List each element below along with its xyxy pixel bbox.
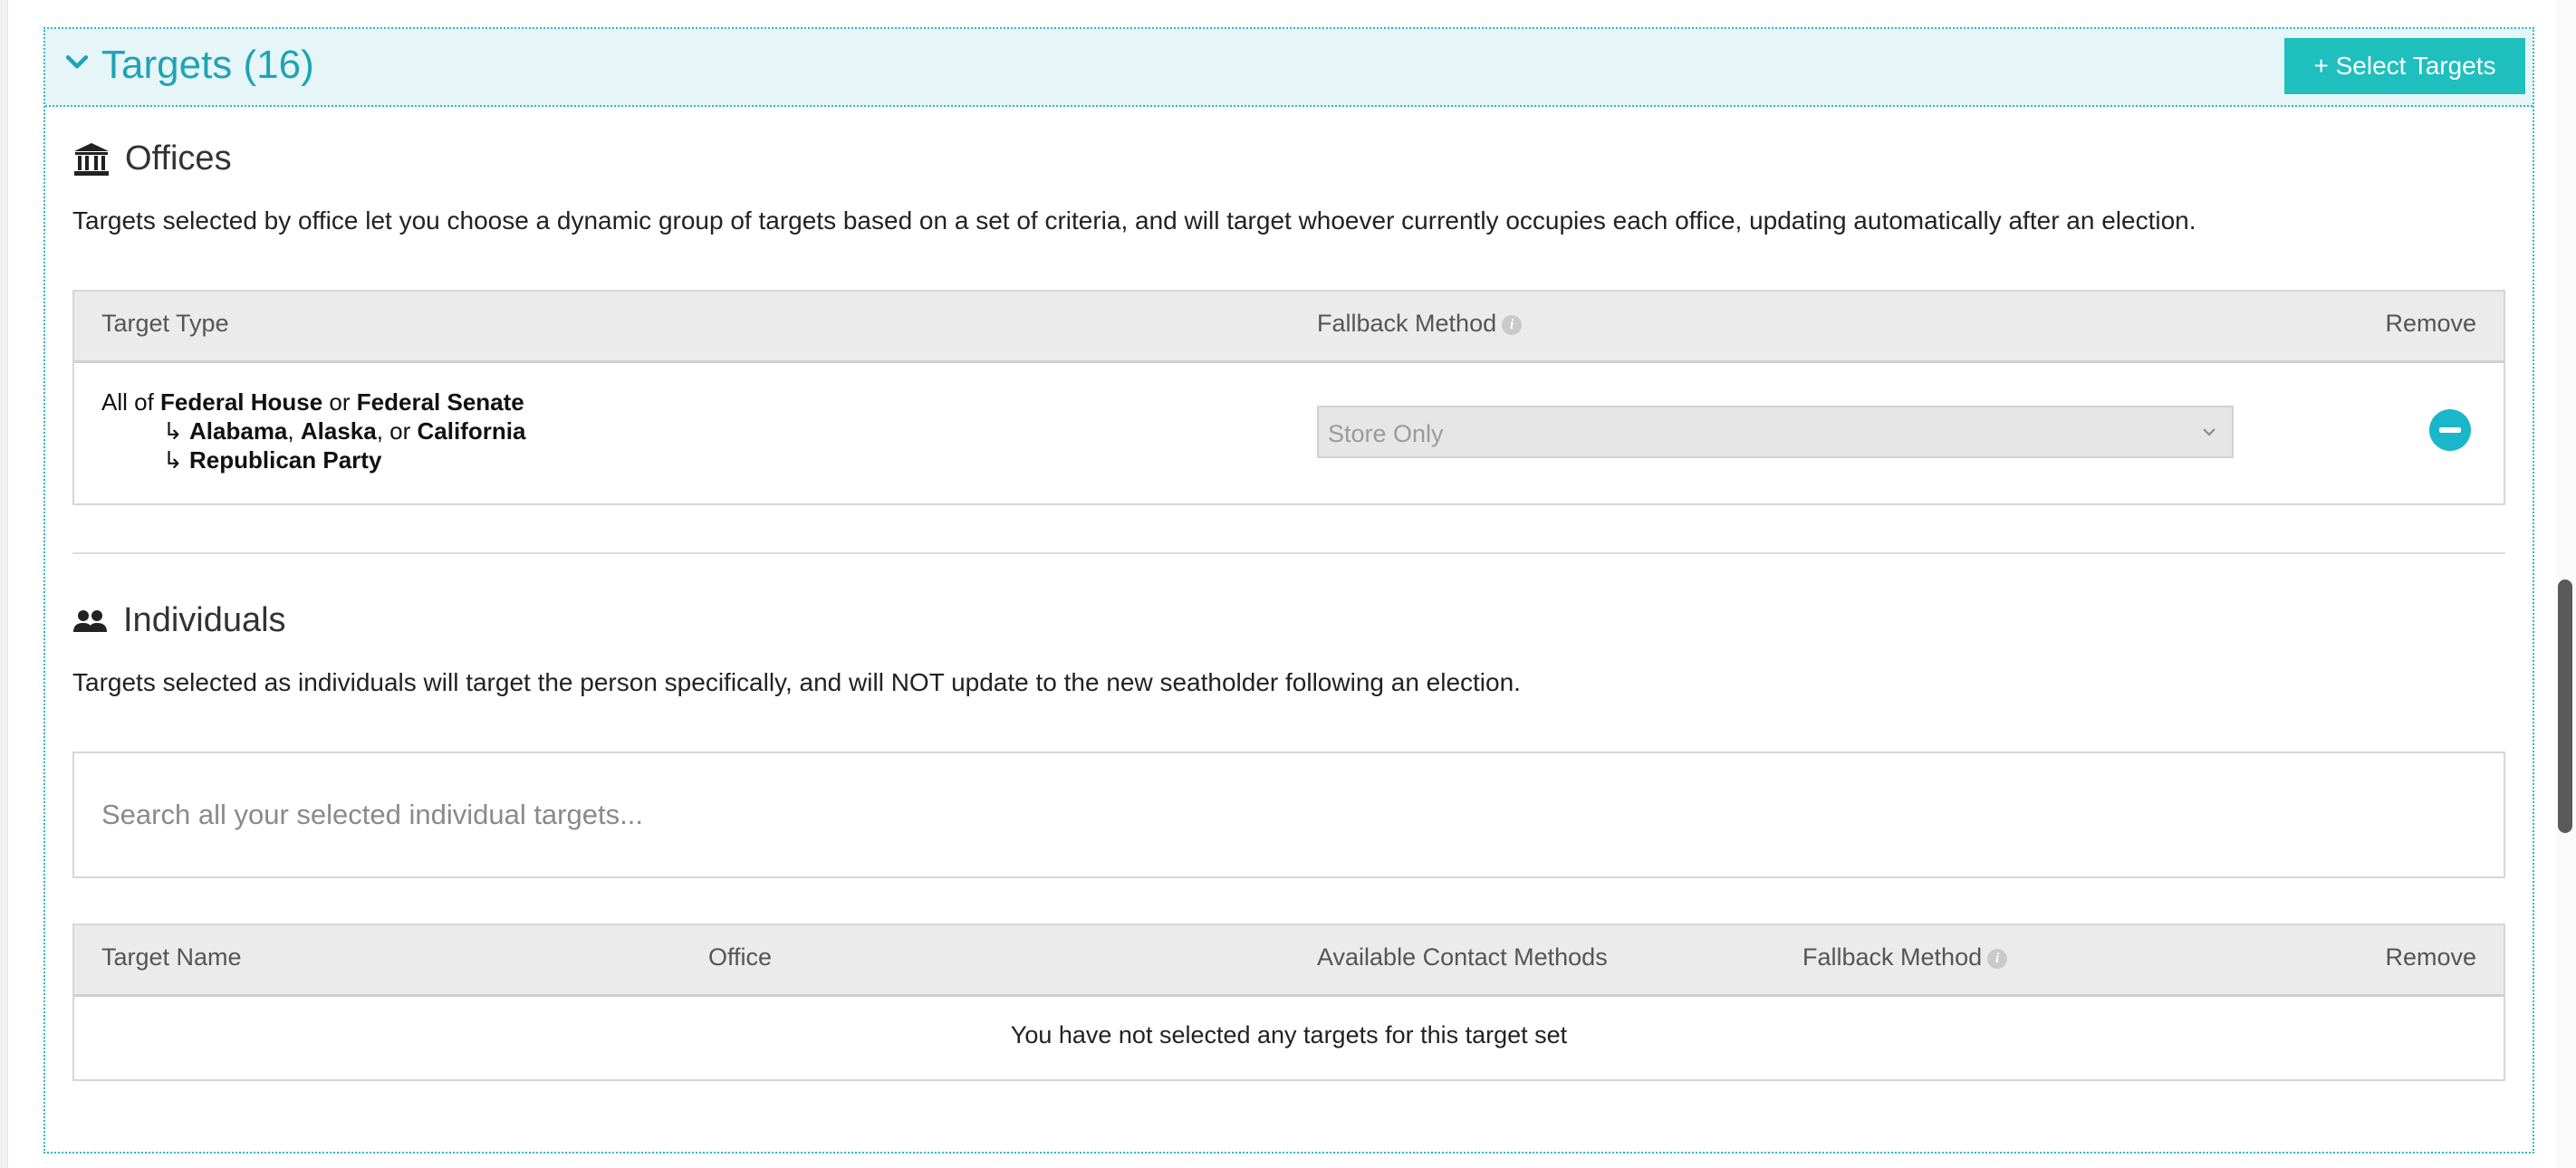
scrollbar[interactable] xyxy=(2556,0,2576,1168)
institution-icon xyxy=(74,143,109,176)
col-fallback-method-label: Fallback Method xyxy=(1317,310,1497,337)
office-rule: All of Federal House or Federal Senate ↳… xyxy=(101,388,525,474)
chevron-down-icon xyxy=(2203,428,2216,436)
individuals-table-header: Target Name Office Available Contact Met… xyxy=(74,925,2504,997)
col-fallback-method: Fallback Method i xyxy=(1802,943,2008,972)
office-rule-line-2: ↳ Alabama, Alaska, or California xyxy=(163,417,526,445)
targets-panel: Targets (16) + Select Targets Offices Ta… xyxy=(43,27,2534,1154)
individuals-description: Targets selected as individuals will tar… xyxy=(72,668,1521,696)
section-divider xyxy=(72,552,2505,554)
col-remove: Remove xyxy=(2385,310,2476,337)
office-federal-senate: Federal Senate xyxy=(356,388,524,416)
select-targets-button[interactable]: + Select Targets xyxy=(2284,38,2525,94)
fallback-method-select[interactable]: Store Only xyxy=(1317,406,2234,458)
page-left-edge xyxy=(0,0,8,1168)
col-office: Office xyxy=(708,943,773,971)
office-rule-line-3: ↳ Republican Party xyxy=(163,446,382,474)
remove-office-button[interactable] xyxy=(2429,409,2471,451)
col-fallback-method: Fallback Method i xyxy=(1317,310,1523,338)
offices-description: Targets selected by office let you choos… xyxy=(72,206,2196,235)
office-rule-line-1: All of Federal House or Federal Senate xyxy=(101,388,524,416)
chevron-down-icon[interactable] xyxy=(62,47,92,78)
targets-panel-header[interactable]: Targets (16) + Select Targets xyxy=(45,29,2533,107)
individuals-table: Target Name Office Available Contact Met… xyxy=(72,924,2505,1081)
info-icon[interactable]: i xyxy=(1987,949,2008,969)
col-target-name: Target Name xyxy=(101,943,242,971)
offices-heading: Offices xyxy=(125,139,232,177)
individuals-heading: Individuals xyxy=(123,601,286,639)
col-target-type: Target Type xyxy=(101,310,229,337)
col-contact-methods: Available Contact Methods xyxy=(1317,943,1608,971)
fallback-method-value: Store Only xyxy=(1328,420,1444,447)
users-icon xyxy=(73,610,107,632)
office-federal-house: Federal House xyxy=(160,388,323,416)
info-icon[interactable]: i xyxy=(1502,315,1523,335)
col-remove: Remove xyxy=(2385,943,2476,971)
empty-targets-message: You have not selected any targets for th… xyxy=(1010,1021,1568,1048)
targets-title: Targets (16) xyxy=(101,43,314,87)
offices-table: Target Type Fallback Method i Remove All … xyxy=(72,290,2505,505)
offices-table-header: Target Type Fallback Method i Remove xyxy=(74,292,2504,363)
col-fallback-method-label: Fallback Method xyxy=(1802,943,1983,971)
scrollbar-thumb[interactable] xyxy=(2558,579,2572,833)
search-individual-targets-input[interactable] xyxy=(72,752,2505,878)
